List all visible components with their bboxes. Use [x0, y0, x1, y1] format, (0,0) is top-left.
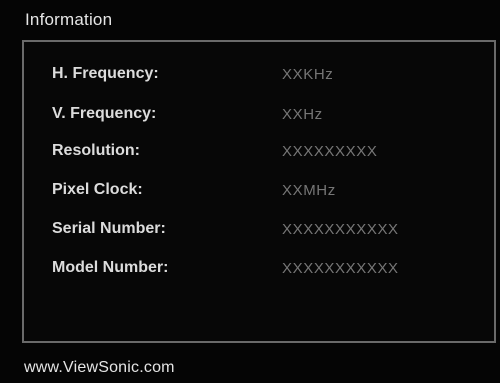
page-title: Information — [25, 10, 113, 29]
info-row-pixel-clock: Pixel Clock: XXMHz — [52, 181, 492, 205]
info-row-serial-number: Serial Number: XXXXXXXXXXX — [52, 220, 492, 244]
model-number-label: Model Number: — [52, 259, 169, 276]
osd-information-screen: Information H. Frequency: XXKHz V. Frequ… — [0, 0, 500, 383]
pixel-clock-value: XXMHz — [282, 182, 336, 199]
information-panel: H. Frequency: XXKHz V. Frequency: XXHz R… — [22, 40, 496, 343]
info-row-h-frequency: H. Frequency: XXKHz — [52, 65, 492, 89]
serial-number-label: Serial Number: — [52, 220, 166, 237]
h-frequency-label: H. Frequency: — [52, 65, 159, 82]
info-row-model-number: Model Number: XXXXXXXXXXX — [52, 259, 492, 283]
model-number-value: XXXXXXXXXXX — [282, 260, 399, 277]
v-frequency-value: XXHz — [282, 106, 323, 123]
h-frequency-value: XXKHz — [282, 66, 334, 83]
serial-number-value: XXXXXXXXXXX — [282, 221, 399, 238]
v-frequency-label: V. Frequency: — [52, 105, 157, 122]
pixel-clock-label: Pixel Clock: — [52, 181, 143, 198]
resolution-value: XXXXXXXXX — [282, 143, 378, 160]
info-row-v-frequency: V. Frequency: XXHz — [52, 105, 492, 129]
resolution-label: Resolution: — [52, 142, 140, 159]
website-footer: www.ViewSonic.com — [24, 359, 175, 376]
info-row-resolution: Resolution: XXXXXXXXX — [52, 142, 492, 166]
